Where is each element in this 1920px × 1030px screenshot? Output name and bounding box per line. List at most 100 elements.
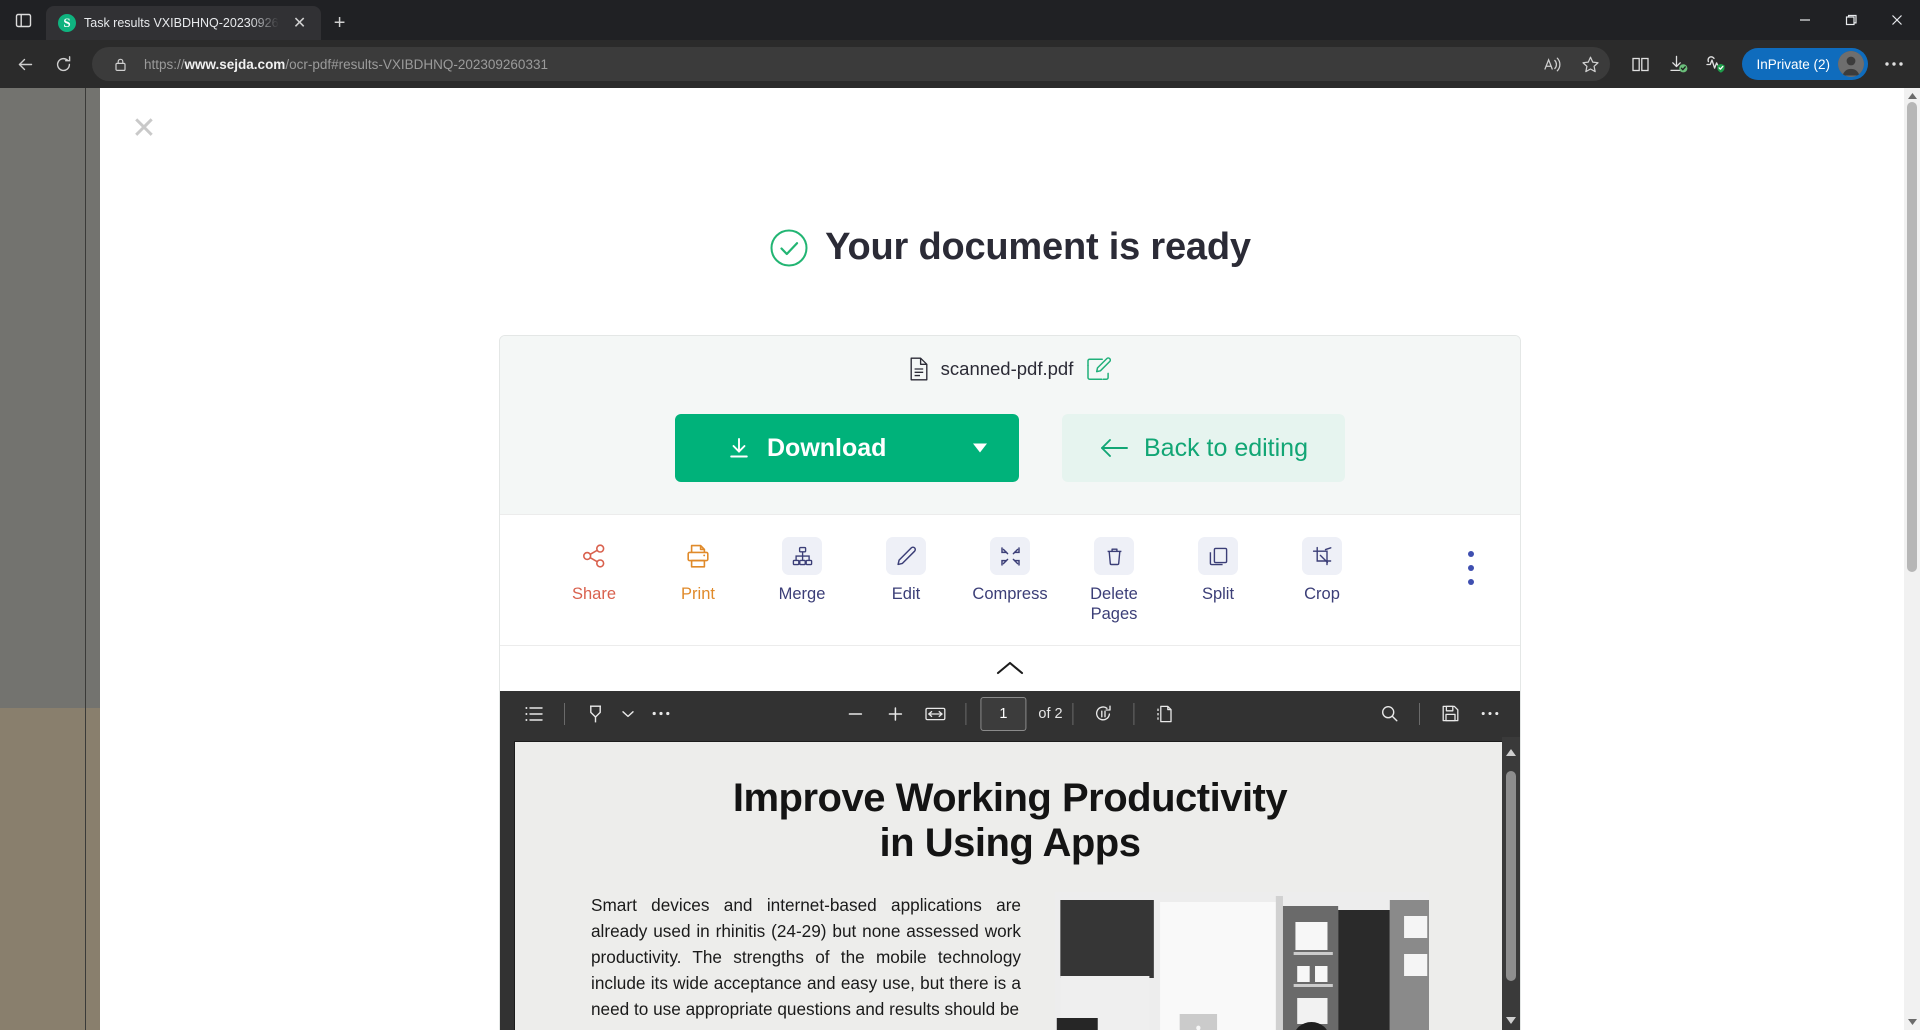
tool-split[interactable]: Split bbox=[1166, 537, 1270, 604]
zoom-out-button[interactable] bbox=[835, 697, 875, 731]
file-icon bbox=[909, 357, 929, 381]
pdf-toolbar: 1 of 2 bbox=[500, 691, 1520, 737]
title-bar: S Task results VXIBDHNQ-20230926 ✕ + bbox=[0, 0, 1920, 40]
pdf-scrollbar[interactable] bbox=[1502, 736, 1520, 1030]
reload-button[interactable] bbox=[46, 47, 80, 81]
toolbar-divider bbox=[1133, 702, 1135, 725]
window-controls bbox=[1782, 0, 1920, 40]
pdf-center-controls: 1 of 2 bbox=[835, 696, 1185, 731]
document-text-column: Smart devices and internet-based applica… bbox=[591, 892, 1021, 1030]
file-name: scanned-pdf.pdf bbox=[940, 358, 1074, 379]
tool-compress[interactable]: Compress bbox=[958, 537, 1062, 604]
browser-toolbar: https://www.sejda.com/ocr-pdf#results-VX… bbox=[0, 40, 1920, 88]
document-title-line-1: Improve Working Productivity bbox=[732, 775, 1288, 820]
page-title: Your document is ready bbox=[825, 226, 1251, 268]
sejda-page: ✕ Your document is ready scanned-pdf.pdf… bbox=[100, 88, 1920, 1030]
minimize-button[interactable] bbox=[1782, 0, 1828, 40]
merge-icon bbox=[782, 537, 822, 575]
browser-essentials-icon[interactable] bbox=[1698, 47, 1734, 81]
download-options-caret-icon[interactable] bbox=[973, 443, 987, 453]
chevron-up-icon[interactable] bbox=[995, 660, 1025, 676]
page-scroll-thumb[interactable] bbox=[1907, 102, 1917, 572]
close-overlay-icon[interactable]: ✕ bbox=[124, 108, 164, 148]
rotate-button[interactable] bbox=[1084, 697, 1124, 731]
more-options-icon[interactable] bbox=[1470, 697, 1510, 731]
tool-label: Edit bbox=[891, 585, 921, 603]
download-button[interactable]: Download bbox=[675, 414, 1019, 482]
tool-label: Print bbox=[681, 585, 715, 603]
browser-window: S Task results VXIBDHNQ-20230926 ✕ + htt… bbox=[0, 0, 1920, 1030]
inprivate-profile-button[interactable]: InPrivate (2) bbox=[1742, 48, 1868, 80]
toolbar-divider bbox=[1072, 702, 1074, 725]
inprivate-label: InPrivate (2) bbox=[1756, 56, 1830, 72]
split-screen-icon[interactable] bbox=[1622, 47, 1658, 81]
tool-label: Compress bbox=[972, 585, 1048, 603]
back-to-editing-button[interactable]: Back to editing bbox=[1062, 414, 1345, 482]
ready-heading-row: Your document is ready bbox=[499, 226, 1521, 283]
print-icon bbox=[678, 537, 718, 575]
tab-close-icon[interactable]: ✕ bbox=[287, 10, 313, 36]
pdf-page: Improve Working Productivity in Using Ap… bbox=[515, 741, 1505, 1030]
pdf-page-stage: Improve Working Productivity in Using Ap… bbox=[500, 736, 1520, 1030]
url-domain: www.sejda.com bbox=[184, 56, 286, 72]
collapse-panel-row[interactable] bbox=[500, 644, 1520, 691]
pdf-right-controls bbox=[1369, 697, 1510, 731]
page-scroll-down-icon[interactable] bbox=[1904, 1014, 1920, 1030]
fit-to-width-button[interactable] bbox=[915, 697, 955, 731]
pdf-viewer: 1 of 2 Improve Working Productivity in U… bbox=[500, 690, 1520, 1030]
tool-edit[interactable]: Edit bbox=[854, 537, 958, 604]
search-icon[interactable] bbox=[1369, 697, 1409, 731]
read-aloud-icon[interactable] bbox=[1538, 50, 1566, 78]
maximize-button[interactable] bbox=[1828, 0, 1874, 40]
tool-share[interactable]: Share bbox=[542, 537, 646, 604]
toolbar-divider bbox=[564, 702, 565, 725]
tool-print[interactable]: Print bbox=[646, 537, 750, 604]
save-icon[interactable] bbox=[1430, 697, 1470, 731]
page-scrollbar[interactable] bbox=[1904, 88, 1920, 1030]
download-label: Download bbox=[767, 433, 887, 462]
filename-row: scanned-pdf.pdf bbox=[500, 356, 1520, 382]
address-bar[interactable]: https://www.sejda.com/ocr-pdf#results-VX… bbox=[92, 47, 1611, 81]
split-icon bbox=[1198, 537, 1238, 575]
url-text: https://www.sejda.com/ocr-pdf#results-VX… bbox=[144, 57, 1528, 72]
sejda-favicon: S bbox=[58, 14, 76, 32]
pdf-scroll-up-icon[interactable] bbox=[1502, 743, 1520, 763]
document-body: Smart devices and internet-based applica… bbox=[515, 866, 1505, 1030]
highlight-icon[interactable] bbox=[575, 697, 615, 731]
tool-label: Crop bbox=[1304, 585, 1340, 603]
browser-tab[interactable]: S Task results VXIBDHNQ-20230926 ✕ bbox=[46, 6, 321, 40]
browser-settings-icon[interactable] bbox=[1876, 47, 1912, 81]
pdf-scroll-down-icon[interactable] bbox=[1502, 1011, 1520, 1030]
url-path: /ocr-pdf#results-VXIBDHNQ-202309260331 bbox=[285, 56, 548, 72]
more-tools-button[interactable] bbox=[1450, 537, 1492, 599]
tool-delete-pages[interactable]: Delete Pages bbox=[1062, 537, 1166, 625]
tool-crop[interactable]: Crop bbox=[1270, 537, 1374, 604]
new-tab-button[interactable]: + bbox=[327, 10, 353, 36]
pdf-scroll-thumb[interactable] bbox=[1506, 770, 1516, 981]
left-backdrop-rail bbox=[0, 88, 100, 1030]
share-icon bbox=[574, 537, 614, 575]
lock-icon bbox=[106, 50, 134, 78]
vertical-ellipsis-dot bbox=[1468, 551, 1474, 557]
more-tools-icon[interactable] bbox=[641, 697, 681, 731]
tool-label: Share bbox=[571, 585, 617, 603]
back-button[interactable] bbox=[8, 47, 42, 81]
edit-icon bbox=[886, 537, 926, 575]
rename-file-icon[interactable] bbox=[1085, 356, 1112, 382]
tab-actions-icon[interactable] bbox=[0, 0, 46, 40]
page-number-input[interactable]: 1 bbox=[980, 696, 1027, 731]
back-arrow-icon bbox=[1099, 436, 1129, 460]
downloads-icon[interactable] bbox=[1660, 47, 1696, 81]
compress-icon bbox=[990, 537, 1030, 575]
page-layout-button[interactable] bbox=[1145, 697, 1185, 731]
toolbar-divider bbox=[965, 702, 967, 725]
table-of-contents-icon[interactable] bbox=[514, 697, 554, 731]
tool-label: Delete Pages bbox=[1090, 585, 1138, 624]
tool-label: Split bbox=[1201, 585, 1235, 603]
tool-merge[interactable]: Merge bbox=[750, 537, 854, 604]
zoom-in-button[interactable] bbox=[875, 697, 915, 731]
favorite-icon[interactable] bbox=[1576, 50, 1604, 78]
highlight-chevron-icon[interactable] bbox=[615, 697, 641, 731]
tool-label: Merge bbox=[778, 585, 826, 603]
close-window-button[interactable] bbox=[1874, 0, 1920, 40]
